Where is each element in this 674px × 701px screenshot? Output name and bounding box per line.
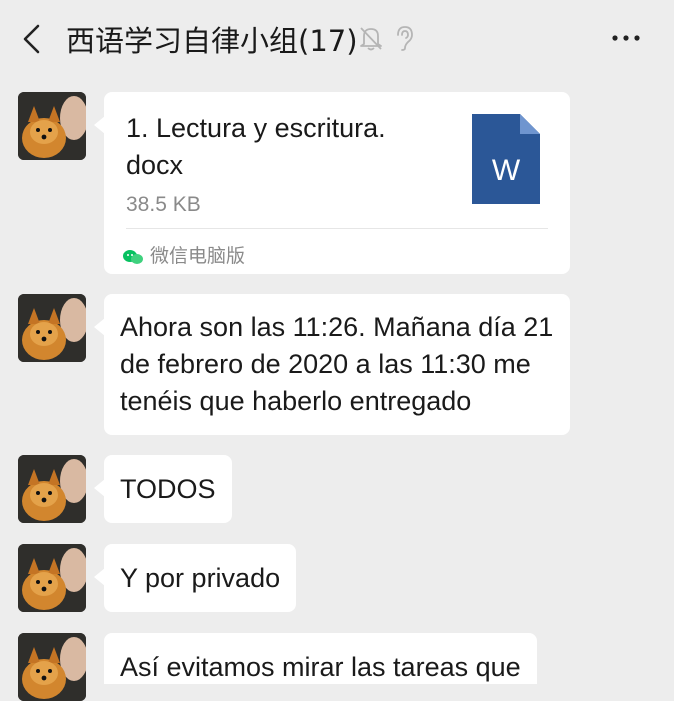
dog-avatar-icon xyxy=(18,92,86,160)
bell-off-icon xyxy=(360,27,382,51)
ear-icon xyxy=(397,26,413,51)
wechat-icon xyxy=(123,249,143,264)
more-dots-icon[interactable] xyxy=(606,28,646,48)
chat-title: 西语学习自律小组(17) xyxy=(66,24,358,58)
source-label: 微信电脑版 xyxy=(150,245,246,267)
divider xyxy=(126,228,548,229)
avatar[interactable] xyxy=(18,633,86,701)
dog-avatar-icon xyxy=(18,633,86,701)
avatar[interactable] xyxy=(18,544,86,612)
chat-header: 西语学习自律小组(17) xyxy=(0,0,674,76)
source-row: 微信电脑版 xyxy=(122,238,245,275)
message-text: Ahora son las 11:26. Mañana día 21 de fe… xyxy=(120,312,554,416)
avatar[interactable] xyxy=(18,92,86,160)
message-text: Y por privado xyxy=(120,563,281,593)
avatar[interactable] xyxy=(18,294,86,362)
word-file-icon: W xyxy=(472,114,540,204)
file-name: 1. Lectura y escritura. docx xyxy=(126,113,386,180)
file-message-card[interactable]: 1. Lectura y escritura. docx 38.5 KB W 微… xyxy=(94,92,570,275)
file-size: 38.5 KB xyxy=(126,193,201,216)
text-message-bubble[interactable]: Ahora son las 11:26. Mañana día 21 de fe… xyxy=(94,294,570,435)
avatar[interactable] xyxy=(18,455,86,523)
text-message-bubble[interactable]: Así evitamos mirar las tareas que xyxy=(104,633,537,684)
chevron-left-icon[interactable] xyxy=(18,22,48,56)
message-text: TODOS xyxy=(120,474,216,504)
word-file-letter: W xyxy=(492,154,521,187)
message-text: Así evitamos mirar las tareas que xyxy=(120,652,521,682)
dog-avatar-icon xyxy=(18,544,86,612)
text-message-bubble[interactable]: Y por privado xyxy=(93,544,297,612)
dog-avatar-icon xyxy=(18,294,86,362)
dog-avatar-icon xyxy=(18,455,86,523)
text-message-bubble[interactable]: TODOS xyxy=(94,455,232,523)
